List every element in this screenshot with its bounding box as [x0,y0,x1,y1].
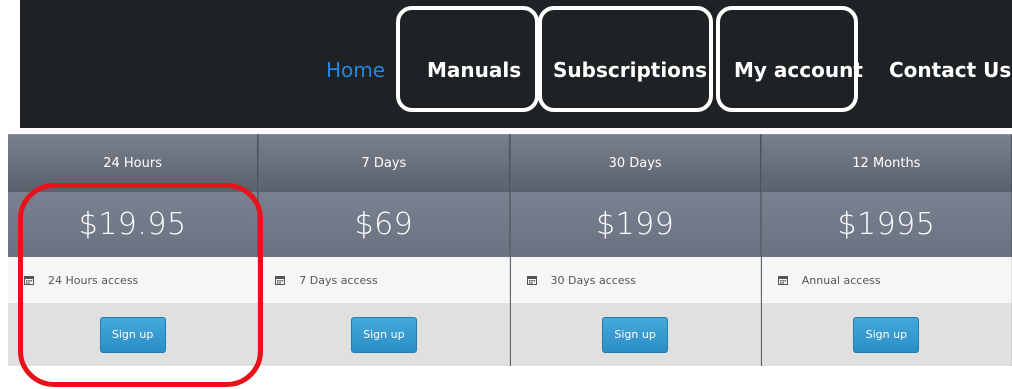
plan-feature-text: Annual access [801,273,881,287]
plan-price: $69 [259,192,510,257]
plan-30-days: 30 Days $199 30 Days access Sign up [510,134,762,366]
plan-duration: 12 Months [761,134,1012,192]
signup-button-12-months[interactable]: Sign up [853,316,920,353]
plan-duration: 7 Days [259,134,510,192]
plan-feature: 7 Days access [259,257,510,303]
plan-feature: 30 Days access [510,257,761,303]
plan-action: Sign up [761,303,1012,366]
highlight-subscriptions [538,6,713,112]
highlight-manuals [396,6,539,112]
plan-action: Sign up [259,303,510,366]
nav-contact-us[interactable]: Contact Us [889,0,1011,128]
calendar-icon [777,276,788,285]
plan-duration: 30 Days [510,134,761,192]
plan-feature: Annual access [761,257,1012,303]
plan-12-months: 12 Months $1995 Annual access Sign up [761,134,1012,366]
plan-price: $1995 [761,192,1012,257]
signup-button-30-days[interactable]: Sign up [602,316,669,353]
plan-feature-text: 7 Days access [299,273,378,287]
plan-price: $199 [510,192,761,257]
plan-feature-text: 30 Days access [550,273,637,287]
plan-7-days: 7 Days $69 7 Days access Sign up [259,134,511,366]
calendar-icon [526,276,537,285]
calendar-icon [275,276,286,285]
nav-home[interactable]: Home [326,0,385,128]
plan-action: Sign up [510,303,761,366]
signup-button-7-days[interactable]: Sign up [350,316,417,353]
highlight-my-account [716,6,858,112]
highlight-24-hours-plan [18,183,263,387]
